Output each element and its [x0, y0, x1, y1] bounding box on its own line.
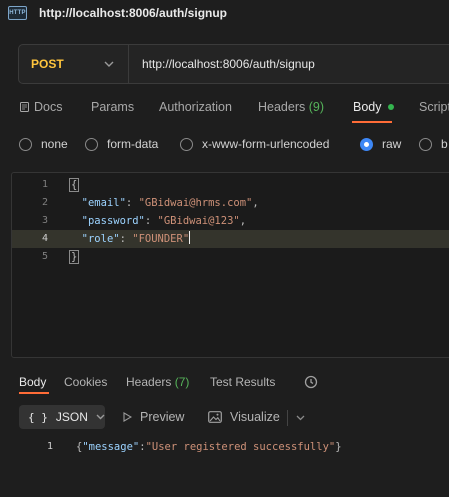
- code-line: "role": "FOUNDER": [81, 231, 191, 245]
- radio-none-label: none: [41, 137, 68, 151]
- line-number: 1: [47, 441, 54, 452]
- radio-none-ring: [19, 137, 32, 151]
- radio-binary-label: b: [441, 137, 448, 151]
- toolbar-divider: [287, 410, 288, 426]
- json-key: "password": [81, 215, 145, 227]
- response-tabs: Body Cookies Headers (7) Test Results: [0, 371, 449, 393]
- tab-headers-label: Headers: [258, 100, 306, 114]
- radio-form-data[interactable]: form-data: [85, 137, 158, 151]
- response-tab-headers-label: Headers: [126, 375, 172, 389]
- json-value: "User registered successfully": [145, 441, 336, 453]
- line-number: 1: [41, 179, 48, 190]
- radio-binary[interactable]: b: [419, 137, 448, 151]
- radio-urlencoded[interactable]: x-www-form-urlencoded: [180, 137, 329, 151]
- response-body: 1 {"message":"User registered successful…: [0, 438, 449, 456]
- code-line: }: [69, 248, 80, 266]
- radio-raw-ring: [360, 137, 373, 151]
- http-request-icon: HTTP: [8, 6, 27, 20]
- json-value: "FOUNDER": [132, 233, 190, 245]
- line-number: 5: [41, 251, 48, 262]
- radio-raw[interactable]: raw: [360, 137, 401, 151]
- radio-binary-ring: [419, 137, 432, 151]
- response-tab-headers-count: (7): [174, 375, 190, 389]
- preview-button[interactable]: Preview: [123, 410, 184, 424]
- visualize-label: Visualize: [230, 410, 280, 424]
- radio-form-data-ring: [85, 137, 98, 151]
- line-number: 3: [41, 215, 48, 226]
- code-line: "email": "GBidwai@hrms.com",: [81, 197, 259, 209]
- active-tab-indicator: [352, 121, 392, 123]
- radio-raw-label: raw: [382, 137, 402, 151]
- visualize-button[interactable]: Visualize: [208, 410, 280, 424]
- close-brace: }: [69, 250, 80, 264]
- radio-form-data-label: form-data: [107, 137, 159, 151]
- response-tab-cookies[interactable]: Cookies: [64, 375, 107, 389]
- tab-scripts[interactable]: Scripts: [419, 100, 449, 114]
- method-select[interactable]: POST: [19, 45, 129, 83]
- history-icon[interactable]: [304, 375, 318, 389]
- request-title[interactable]: http://localhost:8006/auth/signup: [39, 6, 227, 20]
- format-select[interactable]: { } JSON: [19, 405, 105, 429]
- format-label: JSON: [55, 410, 88, 424]
- request-title-bar: HTTP http://localhost:8006/auth/signup: [0, 0, 449, 26]
- tab-docs[interactable]: Docs: [20, 100, 62, 114]
- editor-line: 3 "password": "GBidwai@123",: [12, 212, 449, 230]
- response-toolbar: { } JSON Preview Visualize: [0, 404, 449, 430]
- request-bar: POST http://localhost:8006/auth/signup: [18, 44, 449, 84]
- docs-icon: [20, 102, 29, 112]
- body-modified-dot: [387, 104, 394, 110]
- editor-line: 1 {: [12, 176, 449, 194]
- line-number: 2: [41, 197, 48, 208]
- method-label: POST: [31, 57, 64, 71]
- json-key: "email": [81, 197, 126, 209]
- response-tab-test-results[interactable]: Test Results: [210, 375, 275, 389]
- code-line: {: [69, 176, 80, 194]
- image-icon: [208, 411, 222, 423]
- tab-body[interactable]: Body: [353, 100, 394, 114]
- response-json: {"message":"User registered successfully…: [76, 441, 342, 453]
- request-tabs: Docs Params Authorization Headers (9) Bo…: [0, 98, 449, 122]
- code-line: "password": "GBidwai@123",: [81, 215, 247, 227]
- active-response-tab-indicator: [19, 392, 49, 394]
- url-input[interactable]: http://localhost:8006/auth/signup: [129, 57, 315, 71]
- tab-authorization[interactable]: Authorization: [159, 100, 232, 114]
- open-brace: {: [69, 178, 80, 192]
- response-tab-body[interactable]: Body: [19, 375, 46, 389]
- text-cursor: [189, 231, 191, 244]
- chevron-down-icon: [96, 412, 105, 422]
- tab-headers[interactable]: Headers (9): [258, 100, 324, 114]
- json-key: "role": [81, 233, 120, 245]
- radio-none[interactable]: none: [19, 137, 68, 151]
- radio-urlencoded-label: x-www-form-urlencoded: [202, 137, 330, 151]
- tab-body-label: Body: [353, 100, 382, 114]
- body-type-options: none form-data x-www-form-urlencoded raw…: [0, 134, 449, 156]
- response-tab-headers[interactable]: Headers (7): [126, 375, 189, 389]
- chevron-down-icon[interactable]: [296, 413, 305, 423]
- editor-line: 5 }: [12, 248, 449, 266]
- preview-label: Preview: [140, 410, 185, 424]
- json-value: "GBidwai@hrms.com": [138, 197, 253, 209]
- line-number: 4: [41, 233, 48, 244]
- editor-line-current: 4 "role": "FOUNDER": [12, 230, 449, 248]
- json-braces-icon: { }: [28, 410, 48, 424]
- request-body-editor[interactable]: 1 { 2 "email": "GBidwai@hrms.com", 3 "pa…: [11, 172, 449, 358]
- chevron-down-icon: [104, 59, 114, 70]
- editor-line: 2 "email": "GBidwai@hrms.com",: [12, 194, 449, 212]
- json-value: "GBidwai@123": [157, 215, 240, 227]
- tab-docs-label: Docs: [34, 100, 63, 114]
- tab-headers-count: (9): [308, 100, 325, 114]
- json-key: "message": [82, 441, 140, 453]
- play-icon: [123, 412, 132, 422]
- radio-urlencoded-ring: [180, 137, 193, 151]
- tab-params[interactable]: Params: [91, 100, 134, 114]
